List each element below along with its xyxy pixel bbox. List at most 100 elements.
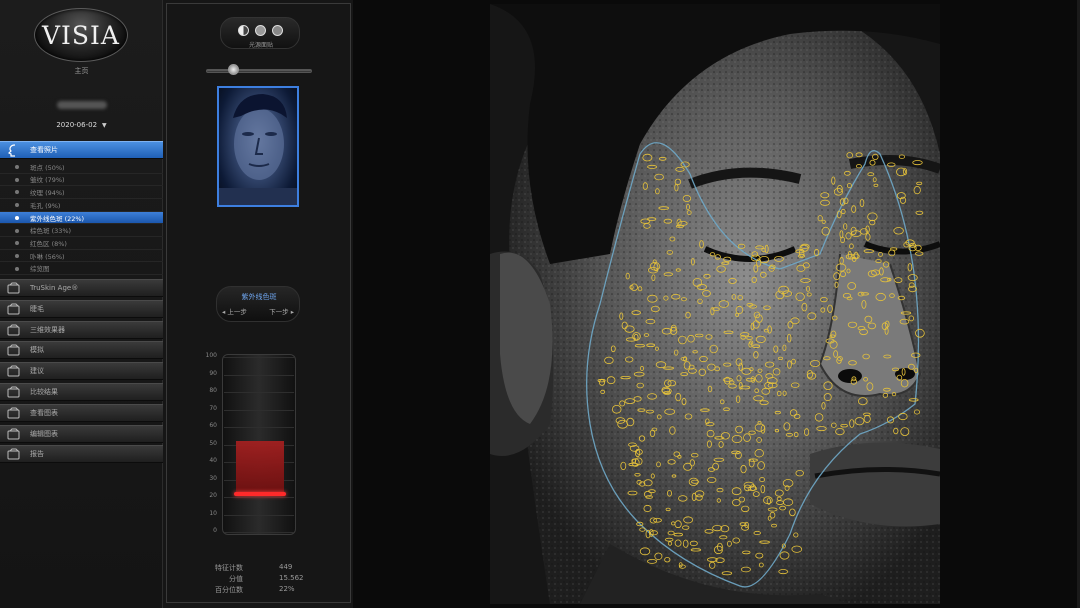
analysis-item[interactable]: 红色区 (8%) <box>0 237 163 250</box>
analysis-item-label: 毛孔 (9%) <box>30 201 61 210</box>
stat-value: 22% <box>279 585 295 593</box>
age-icon <box>7 282 20 294</box>
analysis-item-label: 斑点 (50%) <box>30 163 65 172</box>
gauge-axis-label: 90 <box>209 369 217 377</box>
session-date: 2020-06-02 <box>56 121 98 129</box>
prev-step-button[interactable]: ◂ 上一步 <box>222 306 247 316</box>
nav-section-label: 建议 <box>30 367 44 376</box>
stat-row: 百分位数 22% <box>163 585 353 596</box>
visia-logo[interactable]: VISIA <box>34 8 128 62</box>
analysis-item[interactable]: 综览图 <box>0 263 163 276</box>
thumbnail-face-image <box>219 94 297 205</box>
tool-caption: 光源面贴 <box>248 42 273 49</box>
flower-icon[interactable] <box>272 25 283 36</box>
gauge-axis-label: 50 <box>209 439 217 447</box>
gauge-axis-label: 10 <box>209 509 217 517</box>
nav-section-label: 报告 <box>30 450 44 459</box>
next-step-button[interactable]: 下一步 ▸ <box>269 306 294 316</box>
analysis-panel: 光源面贴 紫外线色斑 ◂ 上一步 下一步 ▸ 100 90 80 70 60 50 40 30… <box>163 0 353 608</box>
analysis-item-label: 纹理 (94%) <box>30 189 65 198</box>
nav-section[interactable]: 比较结果 <box>0 383 163 401</box>
nav-section[interactable]: 查看图表 <box>0 403 163 422</box>
gauge-axis-label: 80 <box>209 387 217 394</box>
bullet-icon <box>15 203 19 208</box>
analysis-item[interactable]: 卟啉 (56%) <box>0 250 163 263</box>
stat-value: 449 <box>279 563 293 571</box>
gauge-axis-label: 60 <box>209 422 217 429</box>
gauge-axis-label: 0 <box>213 527 217 534</box>
patient-name-blurred <box>57 101 107 109</box>
bullet-icon <box>15 177 19 182</box>
bullet-icon <box>15 190 19 195</box>
edit-chart-icon <box>7 428 20 440</box>
nav-section[interactable]: 模拟 <box>0 341 163 360</box>
nav-section-label: 模拟 <box>30 346 44 355</box>
gauge-gridline <box>224 532 294 533</box>
home-label[interactable]: 主页 <box>0 66 163 76</box>
analysis-mode-nav: 紫外线色斑 ◂ 上一步 下一步 ▸ <box>216 286 300 322</box>
bullet-icon <box>15 215 19 220</box>
photo-thumbnail[interactable] <box>217 86 299 207</box>
analysis-item-label: 红色区 (8%) <box>30 239 67 248</box>
analysis-item-label: 皱纹 (79%) <box>30 176 65 185</box>
stat-label: 特征计数 <box>215 564 243 572</box>
eyelash-icon <box>7 303 20 315</box>
close-icon[interactable] <box>255 25 266 36</box>
nav-section-label: 查看图表 <box>30 408 58 417</box>
nav-section-label: 编辑图表 <box>30 429 58 438</box>
uv-face-photo[interactable] <box>490 4 940 604</box>
percentile-gauge <box>222 354 296 535</box>
face-profile-icon <box>7 144 16 157</box>
bullet-icon <box>15 253 19 258</box>
chevron-down-icon[interactable]: ▼ <box>102 122 107 129</box>
analysis-item-label: 棕色斑 (33%) <box>30 227 72 236</box>
printer-icon <box>7 448 20 460</box>
gauge-gridline <box>224 374 294 376</box>
nav-section[interactable]: 三维效果器 <box>0 320 163 339</box>
gauge-axis-label: 70 <box>209 404 217 412</box>
nav-section-label: 三维效果器 <box>30 325 65 334</box>
slider-thumb[interactable] <box>227 64 239 75</box>
analysis-item-label: 紫外线色斑 (22%) <box>30 214 85 223</box>
nav-section-label: 比较结果 <box>30 388 58 396</box>
nav-section[interactable]: 建议 <box>0 362 163 381</box>
nav-view-photos-label: 查看照片 <box>30 146 58 154</box>
stat-label: 百分位数 <box>215 586 243 594</box>
contrast-icon[interactable] <box>238 25 249 36</box>
recommend-icon <box>7 365 20 377</box>
gauge-gridline <box>224 357 294 358</box>
gauge-gridline <box>224 514 294 516</box>
nav-section[interactable]: 报告 <box>0 445 163 464</box>
gauge-gridline <box>224 497 294 498</box>
nav-section-label: 睫毛 <box>30 304 44 313</box>
bullet-icon <box>15 266 19 271</box>
stat-row: 分值 15.562 <box>163 574 353 585</box>
nav-section[interactable]: TruSkin Age® <box>0 279 163 297</box>
analysis-item[interactable]: 皱纹 (79%) <box>0 174 163 187</box>
analysis-item[interactable]: 棕色斑 (33%) <box>0 225 163 237</box>
gauge-axis-label: 100 <box>205 352 217 359</box>
opacity-slider[interactable] <box>206 69 312 73</box>
session-date-selector[interactable]: 2020-06-02 ▼ <box>0 121 163 129</box>
uv-face-image <box>490 4 940 604</box>
stat-row: 特征计数 449 <box>163 563 353 574</box>
nav-section-label: TruSkin Age® <box>30 284 79 292</box>
chart-icon <box>7 407 20 419</box>
stat-label: 分值 <box>229 575 243 583</box>
nav-view-photos[interactable]: 查看照片 <box>0 141 163 159</box>
light-tool-group: 光源面贴 <box>220 17 300 49</box>
percentile-bar <box>236 441 284 494</box>
analysis-item-label: 综览图 <box>30 265 50 274</box>
compare-icon <box>7 386 20 398</box>
3d-icon <box>7 324 20 336</box>
bullet-icon <box>15 228 19 233</box>
analysis-item[interactable]: 紫外线色斑 (22%) <box>0 211 163 225</box>
logo-text: VISIA <box>42 20 120 50</box>
analysis-item[interactable]: 斑点 (50%) <box>0 161 163 174</box>
analysis-item[interactable]: 纹理 (94%) <box>0 186 163 199</box>
simulation-icon <box>7 344 20 356</box>
nav-section[interactable]: 睫毛 <box>0 299 163 318</box>
nav-section[interactable]: 编辑图表 <box>0 424 163 443</box>
stat-value: 15.562 <box>279 574 304 582</box>
analysis-item[interactable]: 毛孔 (9%) <box>0 199 163 212</box>
